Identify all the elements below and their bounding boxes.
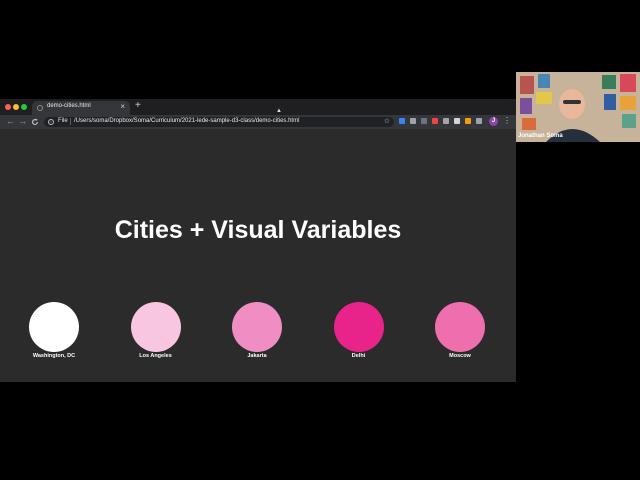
tab-demo-cities[interactable]: demo-cities.html × — [32, 101, 130, 115]
page-viewport: Cities + Visual Variables Washington, DC… — [0, 129, 516, 382]
participant-video — [516, 72, 640, 142]
forward-button[interactable]: → — [18, 116, 27, 127]
participant-name: Jonathan Soma — [518, 133, 563, 139]
city-item: Jakarta — [207, 302, 307, 372]
city-circle — [130, 302, 181, 352]
city-circle — [29, 302, 79, 352]
scheme-divider — [70, 118, 71, 125]
city-label: Washington, DC — [32, 353, 76, 359]
city-item: Washington, DC — [4, 302, 104, 372]
city-label: Delhi — [351, 353, 366, 359]
info-icon[interactable]: i — [48, 119, 54, 125]
extension-icon[interactable] — [410, 118, 416, 124]
profile-avatar[interactable]: J — [489, 117, 498, 126]
city-label: Moscow — [449, 353, 471, 359]
minimize-window-button[interactable] — [13, 104, 19, 110]
profile-initial: J — [491, 118, 496, 124]
reload-button[interactable] — [31, 116, 39, 129]
browser-menu-icon[interactable]: ⋮ — [503, 116, 511, 125]
video-thumbnail[interactable]: Jonathan Soma — [516, 72, 640, 142]
city-circle — [333, 302, 384, 352]
extension-icon[interactable] — [465, 118, 471, 124]
extension-icon[interactable] — [476, 118, 482, 124]
url-text[interactable]: /Users/soma/Dropbox/Soma/Curriculum/2021… — [74, 118, 299, 124]
extension-icon[interactable] — [454, 118, 460, 124]
tab-close-icon[interactable]: × — [120, 102, 125, 112]
mouse-cursor-icon: ▲ — [276, 108, 282, 114]
page-title: Cities + Visual Variables — [114, 216, 402, 244]
reload-icon — [32, 118, 38, 125]
new-tab-button[interactable]: + — [135, 100, 141, 112]
browser-toolbar: ← → i File /Users/soma/Dropbox/Soma/Curr… — [0, 115, 516, 129]
bookmark-star-icon[interactable]: ☆ — [384, 117, 390, 125]
city-item: Moscow — [410, 302, 510, 372]
globe-icon — [37, 105, 43, 111]
city-item: Los Angeles — [106, 302, 206, 372]
maximize-window-button[interactable] — [21, 104, 27, 110]
scheme-label: File — [58, 118, 68, 124]
tab-strip: demo-cities.html × + — [0, 99, 516, 115]
extension-icon[interactable] — [421, 118, 427, 124]
close-window-button[interactable] — [5, 104, 11, 110]
extension-icon[interactable] — [432, 118, 438, 124]
city-item: Delhi — [309, 302, 409, 372]
tab-title: demo-cities.html — [47, 103, 91, 109]
extension-icon[interactable] — [443, 118, 449, 124]
city-circle — [435, 302, 485, 352]
browser-window: demo-cities.html × + ← → i File /Users/s… — [0, 99, 516, 382]
city-label: Jakarta — [247, 353, 267, 359]
address-bar[interactable]: i File /Users/soma/Dropbox/Soma/Curricul… — [44, 117, 394, 127]
city-label: Los Angeles — [139, 353, 172, 359]
back-button[interactable]: ← — [6, 116, 15, 127]
extension-icon[interactable] — [399, 118, 405, 124]
city-circle — [232, 302, 282, 352]
